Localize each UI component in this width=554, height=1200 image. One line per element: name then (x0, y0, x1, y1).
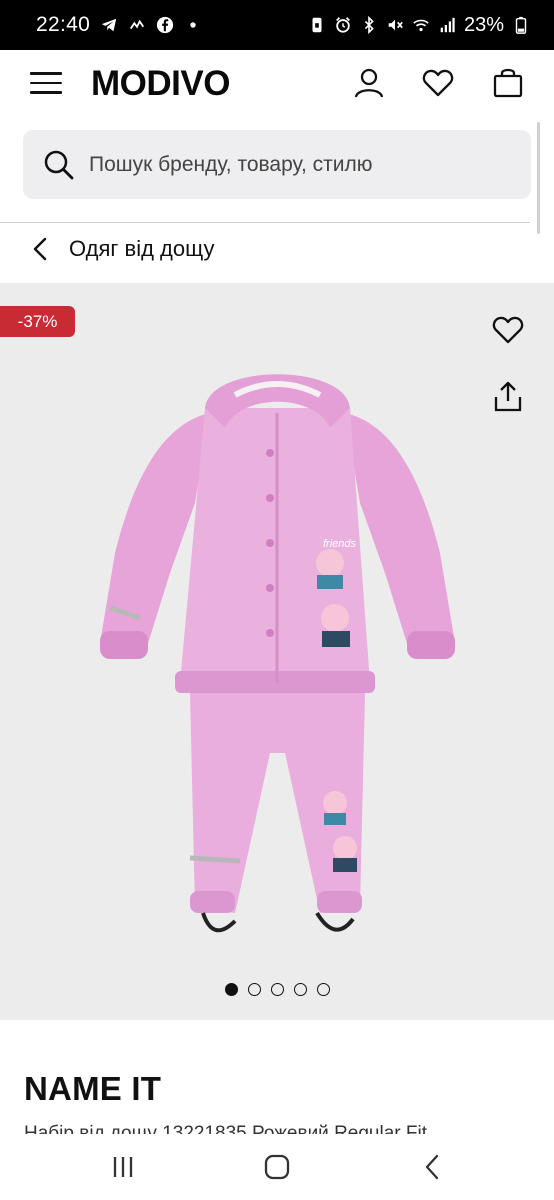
divider (0, 222, 530, 223)
gallery-dot[interactable] (293, 983, 307, 996)
bag-icon[interactable] (491, 66, 525, 100)
gallery-dot[interactable] (247, 983, 261, 996)
heart-icon[interactable] (421, 66, 455, 100)
breadcrumb-label: Одяг від дощу (69, 236, 215, 261)
mute-icon (386, 16, 404, 34)
status-bar: 22:40 23% (0, 0, 554, 50)
gallery-pagination (0, 983, 554, 996)
product-brand[interactable]: NAME IT (24, 1070, 161, 1108)
discount-badge: -37% (0, 306, 75, 337)
signal-icon (438, 16, 456, 34)
bluetooth-icon (360, 16, 378, 34)
home-icon[interactable] (262, 1152, 292, 1182)
gallery-dot[interactable] (224, 983, 238, 996)
product-title: Набір від дощу 13221835 Рожевий Regular … (24, 1123, 427, 1134)
product-title-clipped: Набір від дощу 13221835 Рожевий Regular … (24, 1122, 544, 1134)
system-nav-bar (0, 1134, 554, 1200)
alarm-icon (334, 16, 352, 34)
menu-icon[interactable] (30, 72, 62, 96)
wishlist-heart-icon[interactable] (491, 313, 525, 347)
gallery-dot[interactable] (270, 983, 284, 996)
dot-icon (184, 16, 202, 34)
search-icon (43, 149, 75, 181)
facebook-icon (156, 16, 174, 34)
chevron-left-icon (30, 236, 52, 262)
search-placeholder: Пошук бренду, товару, стилю (89, 152, 373, 176)
telegram-icon (100, 16, 118, 34)
site-logo[interactable]: MODIVO (91, 64, 230, 104)
recent-apps-icon[interactable] (108, 1152, 138, 1182)
pink-rain-suit-image[interactable]: friends (95, 353, 460, 953)
screenshot-icon (308, 16, 326, 34)
back-icon[interactable] (418, 1152, 448, 1182)
gallery-dot[interactable] (316, 983, 330, 996)
breadcrumb[interactable]: Одяг від дощу (30, 232, 214, 266)
signal-wave-icon (128, 16, 146, 34)
product-gallery[interactable]: -37% friends (0, 283, 554, 1020)
status-time: 22:40 (36, 13, 91, 36)
battery-percent: 23% (463, 13, 504, 36)
share-icon[interactable] (491, 380, 525, 414)
user-icon[interactable] (352, 66, 386, 100)
search-input[interactable]: Пошук бренду, товару, стилю (23, 130, 531, 199)
print-text: friends (323, 538, 357, 550)
site-header: MODIVO (0, 50, 554, 118)
battery-icon (512, 16, 530, 34)
wifi-icon (412, 16, 430, 34)
page-scrollbar[interactable] (537, 122, 540, 234)
